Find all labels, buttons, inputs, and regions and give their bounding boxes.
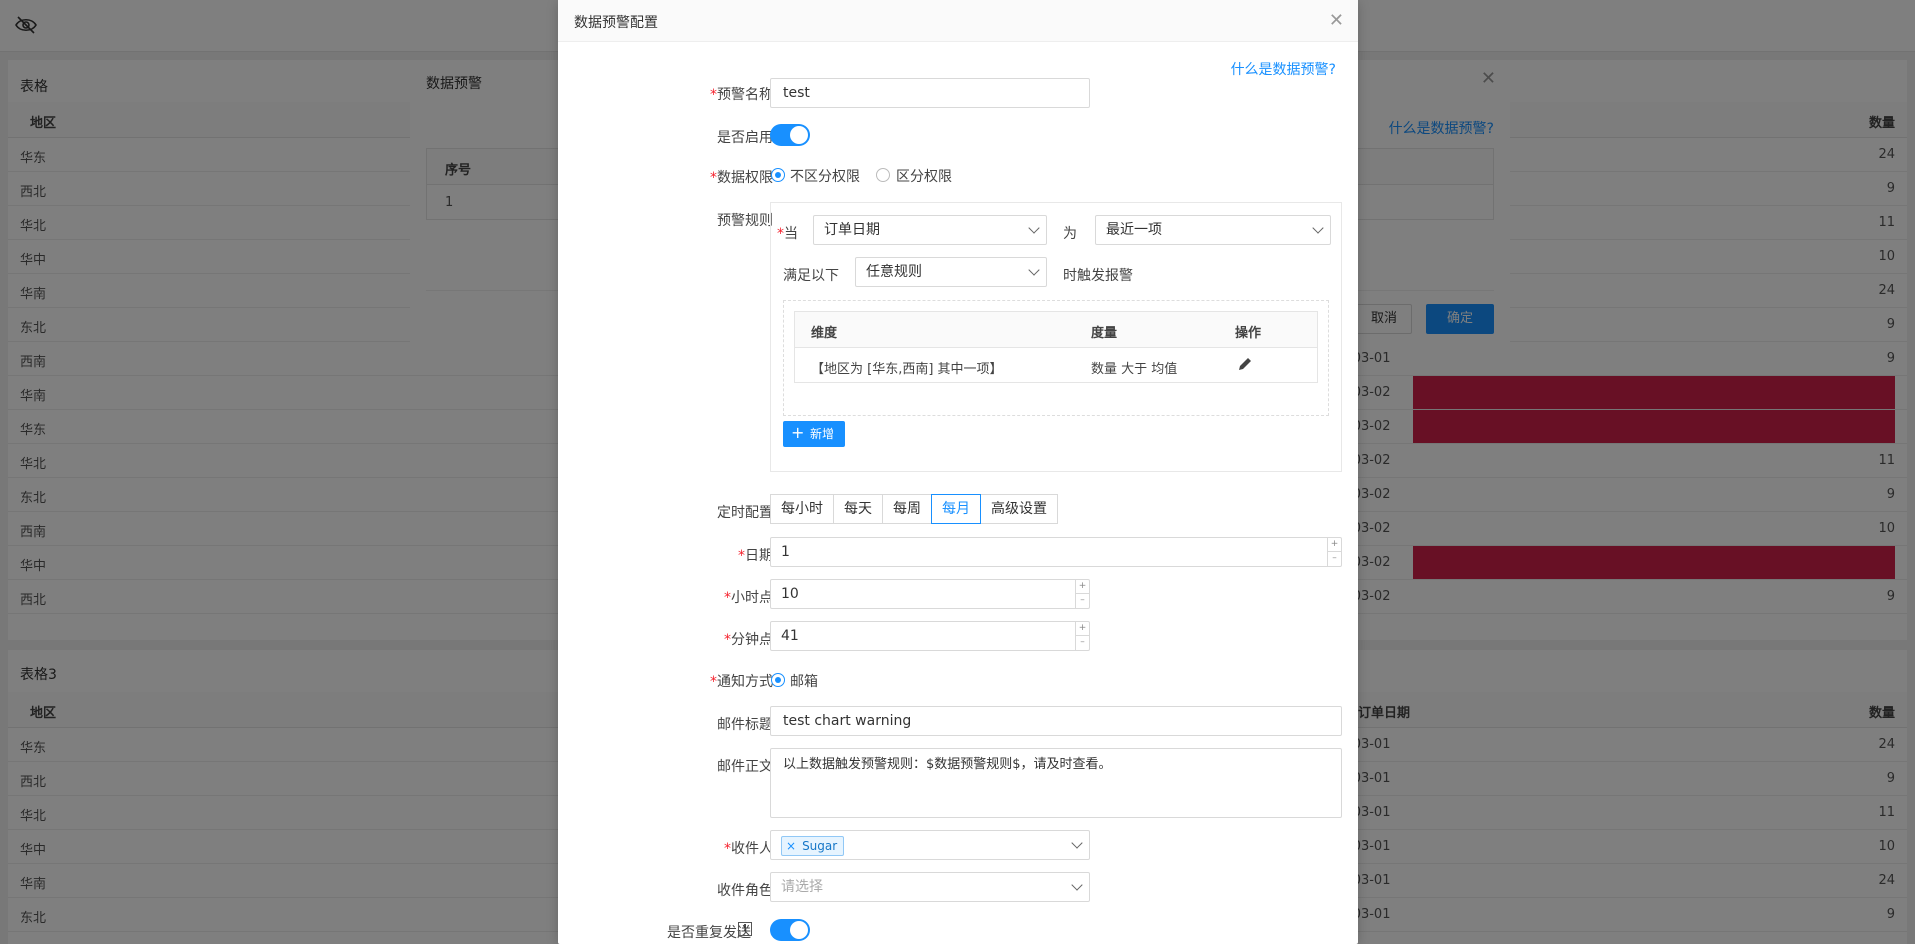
when-field-select[interactable]: 订单日期 bbox=[813, 215, 1047, 245]
decrement-icon[interactable]: – bbox=[1076, 636, 1089, 650]
col-action: 操作 bbox=[1235, 326, 1262, 341]
when-label: 当 bbox=[784, 226, 798, 242]
repeat-label: 是否重复发送 bbox=[667, 925, 751, 941]
minute-label: 分钟点 bbox=[731, 632, 773, 648]
hour-stepper[interactable]: 10 + – bbox=[770, 579, 1090, 609]
mail-body-textarea[interactable]: 以上数据触发预警规则：$数据预警规则$，请及时查看。 bbox=[770, 748, 1342, 818]
rule-dimension-cell: 【地区为 [华东,西南] 其中一项】 bbox=[811, 362, 1003, 377]
mail-subject-input[interactable]: test chart warning bbox=[770, 706, 1342, 736]
increment-icon[interactable]: + bbox=[1076, 580, 1089, 594]
is-label: 为 bbox=[1063, 226, 1077, 242]
permission-radio-none[interactable] bbox=[771, 168, 785, 182]
col-measure: 度量 bbox=[1091, 326, 1118, 341]
notify-radio-email[interactable] bbox=[771, 673, 785, 687]
name-label: 预警名称 bbox=[717, 87, 773, 103]
rule-table: 维度 度量 操作 【地区为 [华东,西南] 其中一项】 数量 大于 均值 bbox=[794, 311, 1318, 383]
permission-radio-by-role[interactable] bbox=[876, 168, 890, 182]
permission-option-by-role: 区分权限 bbox=[896, 169, 952, 185]
mail-body-label: 邮件正文 bbox=[717, 759, 773, 775]
dialog-title: 数据预警配置 bbox=[574, 15, 658, 31]
schedule-hourly[interactable]: 每小时 bbox=[770, 494, 834, 524]
rule-table-wrap: 维度 度量 操作 【地区为 [华东,西南] 其中一项】 数量 大于 均值 bbox=[783, 300, 1329, 416]
help-link[interactable]: 什么是数据预警? bbox=[1231, 59, 1336, 79]
repeat-switch[interactable] bbox=[770, 919, 810, 941]
increment-icon[interactable]: + bbox=[1328, 538, 1341, 552]
date-stepper[interactable]: 1 + – bbox=[770, 537, 1342, 567]
edit-icon[interactable] bbox=[1237, 356, 1253, 372]
schedule-weekly[interactable]: 每周 bbox=[882, 494, 932, 524]
recipient-label: 收件人 bbox=[731, 841, 773, 857]
schedule-daily[interactable]: 每天 bbox=[833, 494, 883, 524]
plus-icon: + bbox=[791, 423, 805, 442]
trigger-label: 时触发报警 bbox=[1063, 268, 1133, 284]
date-label: 日期 bbox=[745, 548, 773, 564]
hour-label: 小时点 bbox=[731, 590, 773, 606]
decrement-icon[interactable]: – bbox=[1328, 552, 1341, 566]
role-select[interactable]: 请选择 bbox=[770, 872, 1090, 902]
enable-switch[interactable] bbox=[770, 124, 810, 146]
info-icon[interactable]: ! bbox=[738, 922, 752, 936]
notify-label: 通知方式 bbox=[717, 674, 773, 690]
rule-box: *当 订单日期 为 最近一项 满足以下 任意规则 时触发报警 维度 度量 操作 … bbox=[770, 202, 1342, 472]
is-value-select[interactable]: 最近一项 bbox=[1095, 215, 1331, 245]
recipient-select[interactable]: × Sugar bbox=[770, 830, 1090, 860]
satisfy-select[interactable]: 任意规则 bbox=[855, 257, 1047, 287]
notify-option-email: 邮箱 bbox=[790, 674, 818, 690]
close-icon[interactable]: ✕ bbox=[1329, 12, 1344, 30]
minute-stepper[interactable]: 41 + – bbox=[770, 621, 1090, 651]
alert-name-input[interactable]: test bbox=[770, 78, 1090, 108]
increment-icon[interactable]: + bbox=[1076, 622, 1089, 636]
alert-config-dialog: 数据预警配置 ✕ 什么是数据预警? *预警名称 test 是否启用 *数据权限 … bbox=[558, 0, 1358, 944]
mail-subject-label: 邮件标题 bbox=[717, 717, 773, 733]
rule-measure-cell: 数量 大于 均值 bbox=[1091, 362, 1178, 377]
col-dimension: 维度 bbox=[811, 326, 838, 341]
decrement-icon[interactable]: – bbox=[1076, 594, 1089, 608]
recipient-tag: × Sugar bbox=[781, 836, 845, 856]
role-label: 收件角色 bbox=[717, 883, 773, 899]
remove-tag-icon[interactable]: × bbox=[786, 839, 796, 853]
enable-label: 是否启用 bbox=[717, 130, 773, 146]
permission-option-none: 不区分权限 bbox=[790, 169, 860, 185]
schedule-monthly[interactable]: 每月 bbox=[931, 494, 981, 524]
schedule-label: 定时配置 bbox=[717, 505, 773, 521]
add-rule-button[interactable]: + 新增 bbox=[783, 421, 845, 447]
permission-label: 数据权限 bbox=[717, 170, 773, 186]
satisfy-label: 满足以下 bbox=[783, 268, 839, 284]
schedule-advanced[interactable]: 高级设置 bbox=[980, 494, 1058, 524]
rule-label: 预警规则 bbox=[717, 213, 773, 229]
